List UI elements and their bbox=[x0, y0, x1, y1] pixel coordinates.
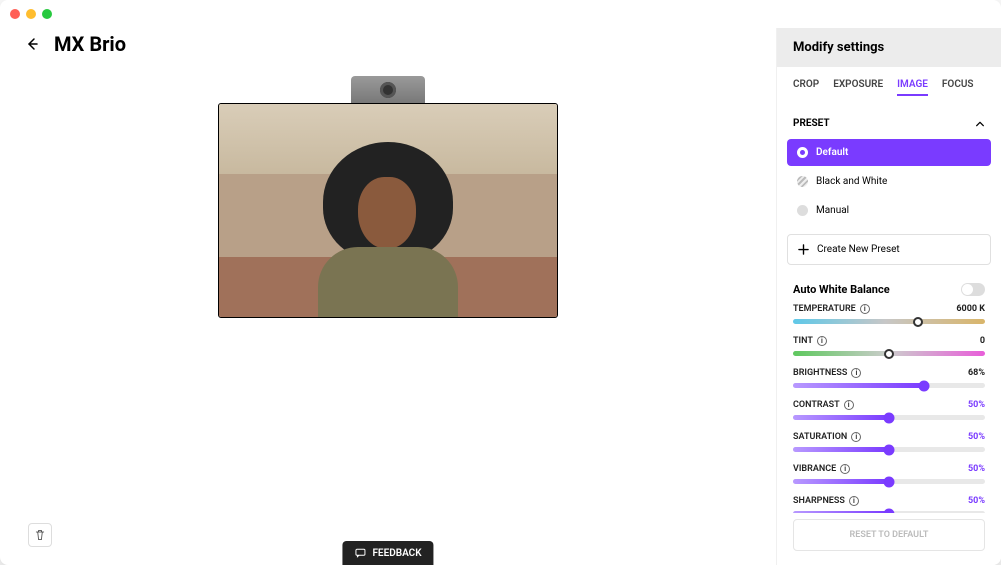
preset-label: Default bbox=[816, 147, 848, 158]
feedback-label: FEEDBACK bbox=[372, 548, 421, 559]
slider-thumb[interactable] bbox=[913, 317, 923, 327]
sharpness-value: 50% bbox=[968, 496, 985, 506]
slider-thumb[interactable] bbox=[884, 476, 895, 487]
chevron-up-icon bbox=[975, 119, 985, 129]
preset-section-label: PRESET bbox=[793, 118, 830, 129]
temperature-slider[interactable] bbox=[793, 319, 985, 324]
close-window-button[interactable] bbox=[10, 9, 20, 19]
reset-to-default-button[interactable]: RESET TO DEFAULT bbox=[793, 519, 985, 551]
info-icon[interactable]: i bbox=[849, 496, 859, 506]
info-icon[interactable]: i bbox=[840, 464, 850, 474]
info-icon[interactable]: i bbox=[817, 336, 827, 346]
page-title: MX Brio bbox=[54, 32, 126, 56]
contrast-slider-label: CONTRAST bbox=[793, 400, 840, 410]
vibrance-slider[interactable] bbox=[793, 479, 985, 484]
sharpness-slider[interactable] bbox=[793, 511, 985, 513]
slider-thumb[interactable] bbox=[884, 412, 895, 423]
contrast-value: 50% bbox=[968, 400, 985, 410]
slider-thumb[interactable] bbox=[884, 508, 895, 513]
radio-unselected-icon bbox=[797, 176, 808, 187]
info-icon[interactable]: i bbox=[851, 432, 861, 442]
back-button[interactable] bbox=[24, 36, 40, 52]
camera-preview bbox=[218, 103, 558, 318]
maximize-window-button[interactable] bbox=[42, 9, 52, 19]
preset-section-toggle[interactable]: PRESET bbox=[777, 108, 1001, 139]
contrast-slider[interactable] bbox=[793, 415, 985, 420]
awb-toggle[interactable] bbox=[961, 283, 985, 296]
saturation-slider[interactable] bbox=[793, 447, 985, 452]
window-titlebar bbox=[0, 0, 1001, 28]
slider-thumb[interactable] bbox=[884, 444, 895, 455]
vibrance-slider-label: VIBRANCE bbox=[793, 464, 836, 474]
tab-exposure[interactable]: EXPOSURE bbox=[833, 79, 883, 96]
tint-slider[interactable] bbox=[793, 351, 985, 356]
delete-button[interactable] bbox=[28, 523, 52, 547]
preset-option-manual[interactable]: Manual bbox=[787, 197, 991, 224]
feedback-button[interactable]: FEEDBACK bbox=[342, 541, 433, 565]
brightness-value: 68% bbox=[968, 368, 985, 378]
info-icon[interactable]: i bbox=[844, 400, 854, 410]
settings-tabs: CROP EXPOSURE IMAGE FOCUS bbox=[777, 67, 1001, 108]
chat-icon bbox=[354, 547, 366, 559]
info-icon[interactable]: i bbox=[851, 368, 861, 378]
tab-crop[interactable]: CROP bbox=[793, 79, 819, 96]
settings-panel: Modify settings CROP EXPOSURE IMAGE FOCU… bbox=[776, 28, 1001, 565]
tint-slider-label: TINT bbox=[793, 336, 813, 346]
preset-label: Manual bbox=[816, 205, 849, 216]
awb-label: Auto White Balance bbox=[793, 283, 890, 296]
brightness-slider[interactable] bbox=[793, 383, 985, 388]
plus-icon bbox=[798, 244, 809, 255]
preset-label: Black and White bbox=[816, 176, 887, 187]
arrow-left-icon bbox=[24, 36, 40, 52]
sharpness-slider-label: SHARPNESS bbox=[793, 496, 845, 506]
preset-option-default[interactable]: Default bbox=[787, 139, 991, 166]
tint-value: 0 bbox=[980, 336, 985, 346]
temperature-value: 6000 K bbox=[956, 304, 985, 314]
vibrance-value: 50% bbox=[968, 464, 985, 474]
slider-thumb[interactable] bbox=[918, 380, 929, 391]
temperature-slider-label: TEMPERATURE bbox=[793, 304, 856, 314]
tab-image[interactable]: IMAGE bbox=[897, 79, 928, 96]
tab-focus[interactable]: FOCUS bbox=[942, 79, 974, 96]
main-panel: MX Brio FEEDBACK bbox=[0, 28, 776, 565]
create-preset-button[interactable]: Create New Preset bbox=[787, 234, 991, 265]
saturation-slider-label: SATURATION bbox=[793, 432, 847, 442]
brightness-slider-label: BRIGHTNESS bbox=[793, 368, 847, 378]
saturation-value: 50% bbox=[968, 432, 985, 442]
radio-selected-icon bbox=[797, 147, 808, 158]
slider-thumb[interactable] bbox=[884, 349, 894, 359]
webcam-hardware-icon bbox=[351, 76, 425, 104]
settings-panel-title: Modify settings bbox=[777, 28, 1001, 67]
preset-option-bw[interactable]: Black and White bbox=[787, 168, 991, 195]
create-preset-label: Create New Preset bbox=[817, 244, 900, 255]
info-icon[interactable]: i bbox=[860, 304, 870, 314]
minimize-window-button[interactable] bbox=[26, 9, 36, 19]
radio-unselected-icon bbox=[797, 205, 808, 216]
trash-icon bbox=[34, 529, 46, 541]
